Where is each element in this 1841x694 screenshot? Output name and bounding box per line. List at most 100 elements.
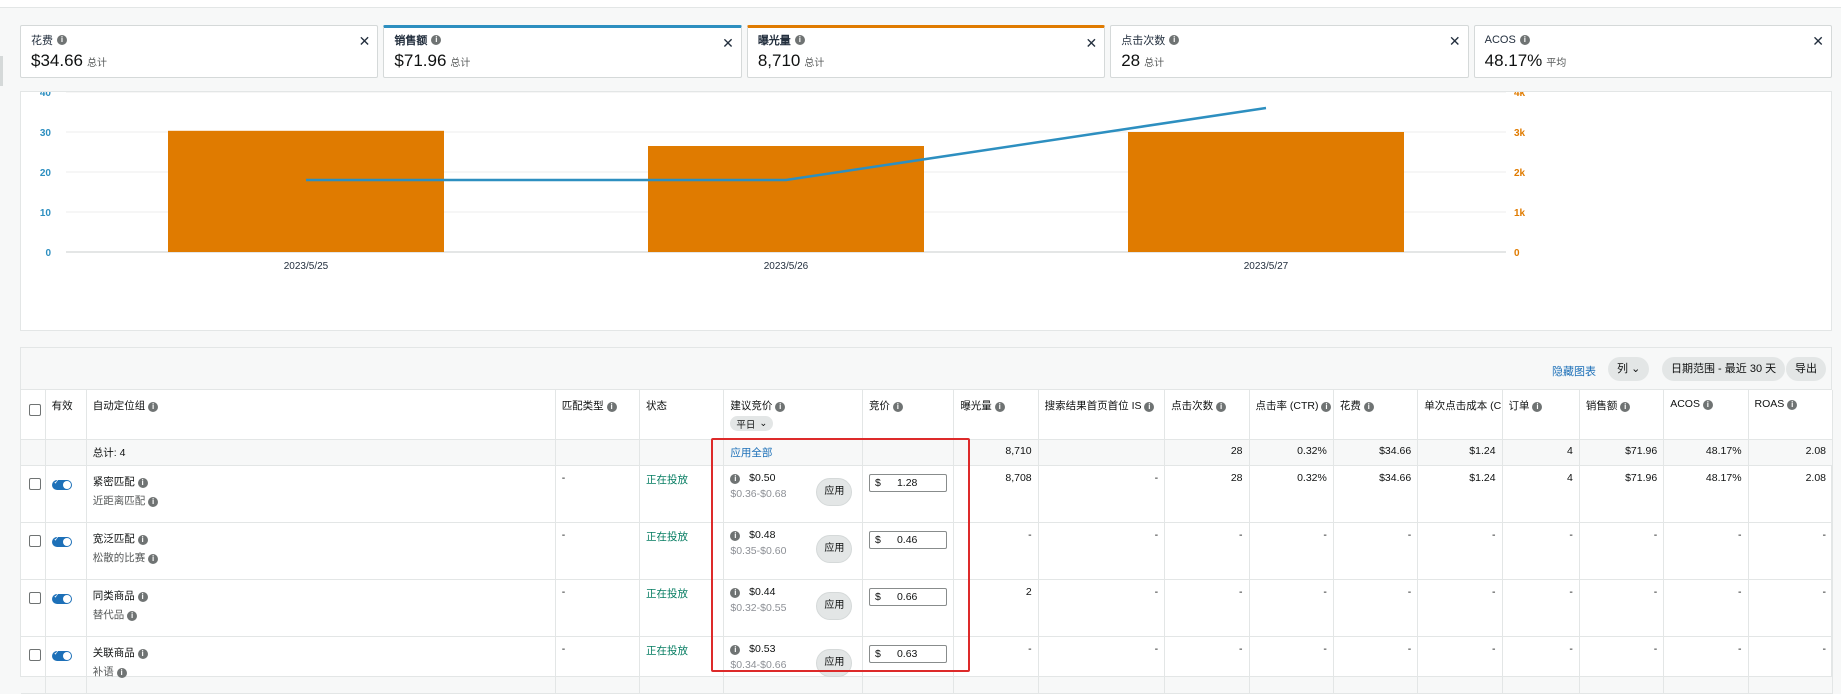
info-icon[interactable]: i [994, 402, 1005, 412]
header-acos[interactable]: ACOS i [1663, 390, 1749, 440]
ctr: - [1249, 636, 1334, 694]
info-icon[interactable]: i [148, 497, 159, 507]
cpc: $1.24 [1417, 465, 1503, 523]
close-icon[interactable]: ✕ [722, 36, 734, 50]
info-icon[interactable]: i [137, 649, 148, 659]
apply-button[interactable]: 应用 [816, 535, 853, 563]
info-icon[interactable]: i [775, 402, 786, 412]
bid-input[interactable]: $0.46 [868, 531, 947, 549]
metric-sub: 总计 [87, 58, 107, 69]
select-all-checkbox[interactable] [29, 404, 41, 416]
metric-card-acos[interactable]: ACOS i 48.17% 平均 ✕ [1473, 25, 1833, 78]
header-top-is[interactable]: 搜索结果首页首位 IS i [1038, 390, 1166, 440]
status-text: 正在投放 [639, 522, 725, 580]
info-icon[interactable]: i [148, 554, 159, 564]
hide-chart-link[interactable]: 隐藏图表 [1552, 363, 1596, 379]
info-icon[interactable]: i [148, 402, 159, 412]
row-select-cell [21, 579, 46, 637]
row-active-cell [45, 636, 87, 694]
header-spend[interactable]: 花费 i [1333, 390, 1419, 440]
info-icon[interactable]: i [137, 592, 148, 602]
orders: 4 [1502, 465, 1580, 523]
info-icon[interactable]: i [730, 588, 741, 598]
info-icon[interactable]: i [730, 645, 741, 655]
orders: - [1502, 636, 1580, 694]
date-range-button[interactable]: 日期范围 - 最近 30 天 [1662, 357, 1786, 381]
bid-cell: $0.46 [862, 522, 955, 580]
header-suggested-bid[interactable]: 建议竞价 i 平日 ⌄ [723, 390, 863, 440]
header-ctr[interactable]: 点击率 (CTR) i [1249, 390, 1334, 440]
active-toggle[interactable] [51, 535, 72, 547]
close-icon[interactable]: ✕ [359, 34, 371, 48]
table-row: 宽泛匹配 i 松散的比赛 i - 正在投放 i $0.48 $0.35-$0.6… [21, 522, 1834, 580]
header-group[interactable]: 自动定位组 i [86, 390, 556, 440]
right-axis-tick: 3k [1514, 128, 1526, 139]
info-icon[interactable]: i [1363, 402, 1374, 412]
total-orders: 4 [1502, 439, 1580, 466]
close-icon[interactable]: ✕ [1449, 34, 1461, 48]
export-button[interactable]: 导出 [1786, 357, 1826, 381]
header-clicks[interactable]: 点击次数 i [1164, 390, 1250, 440]
active-toggle[interactable] [51, 478, 72, 490]
spend: - [1333, 522, 1419, 580]
info-icon[interactable]: i [1532, 402, 1543, 412]
table-row: 同类商品 i 替代品 i - 正在投放 i $0.44 $0.32-$0.55 … [21, 579, 1834, 637]
header-match[interactable]: 匹配类型 i [555, 390, 641, 440]
metric-card-clicks[interactable]: 点击次数 i 28 总计 ✕ [1110, 25, 1469, 78]
columns-button[interactable]: 列 ⌄ [1608, 357, 1650, 381]
ctr: - [1249, 522, 1334, 580]
columns-label: 列 [1617, 363, 1628, 375]
total-ctr: 0.32% [1249, 439, 1334, 466]
info-icon[interactable]: i [892, 402, 903, 412]
bid-cell: $0.66 [862, 579, 955, 637]
info-icon[interactable]: i [1321, 402, 1332, 412]
apply-button[interactable]: 应用 [816, 478, 853, 506]
info-icon[interactable]: i [1519, 35, 1530, 45]
info-icon[interactable]: i [57, 35, 67, 45]
active-toggle[interactable] [51, 592, 72, 604]
header-sales[interactable]: 销售额 i [1579, 390, 1665, 440]
header-roas[interactable]: ROAS i [1748, 390, 1834, 440]
row-checkbox[interactable] [29, 478, 41, 490]
apply-button[interactable]: 应用 [816, 649, 853, 677]
info-icon[interactable]: i [137, 535, 148, 545]
info-icon[interactable]: i [137, 478, 148, 488]
info-icon[interactable]: i [1169, 35, 1180, 45]
bid-input[interactable]: $1.28 [868, 474, 947, 492]
header-orders[interactable]: 订单 i [1502, 390, 1580, 440]
info-icon[interactable]: i [1620, 402, 1631, 412]
total-spend: $34.66 [1333, 439, 1419, 466]
total-cell: 应用全部 [723, 439, 863, 466]
row-checkbox[interactable] [29, 649, 41, 661]
apply-button[interactable]: 应用 [816, 592, 853, 620]
row-checkbox[interactable] [29, 535, 41, 547]
metric-card-sales[interactable]: 销售额 i $71.96 总计 ✕ [383, 25, 742, 78]
active-toggle[interactable] [51, 649, 72, 661]
info-icon[interactable]: i [730, 531, 741, 541]
metric-card-spend[interactable]: 花费 i $34.66 总计 ✕ [20, 25, 379, 78]
info-icon[interactable]: i [1216, 402, 1227, 412]
close-icon[interactable]: ✕ [1812, 34, 1824, 48]
bid-input[interactable]: $0.66 [868, 588, 947, 606]
header-bid[interactable]: 竞价 i [862, 390, 955, 440]
info-icon[interactable]: i [730, 474, 741, 484]
info-icon[interactable]: i [431, 35, 442, 45]
info-icon[interactable]: i [1702, 400, 1713, 410]
info-icon[interactable]: i [606, 402, 617, 412]
header-status[interactable]: 状态 [639, 390, 725, 440]
info-icon[interactable]: i [1787, 400, 1798, 410]
metric-card-impressions[interactable]: 曝光量 i 8,710 总计 ✕ [746, 25, 1106, 78]
info-icon[interactable]: i [127, 611, 138, 621]
bid-input[interactable]: $0.63 [868, 645, 947, 663]
weekday-dropdown[interactable]: 平日 ⌄ [730, 416, 774, 431]
info-icon[interactable]: i [116, 668, 127, 678]
apply-all-link[interactable]: 应用全部 [730, 447, 772, 459]
total-row: 总计: 4 应用全部 8,710 28 0.32% $34.66 $1.24 4… [21, 439, 1834, 466]
info-icon[interactable]: i [794, 35, 805, 45]
cpc: - [1417, 579, 1503, 637]
info-icon[interactable]: i [1144, 402, 1155, 412]
header-impressions[interactable]: 曝光量 i [953, 390, 1039, 440]
row-checkbox[interactable] [29, 592, 41, 604]
header-cpc[interactable]: 单次点击成本 (CPC) [1417, 390, 1503, 440]
close-icon[interactable]: ✕ [1085, 36, 1097, 50]
